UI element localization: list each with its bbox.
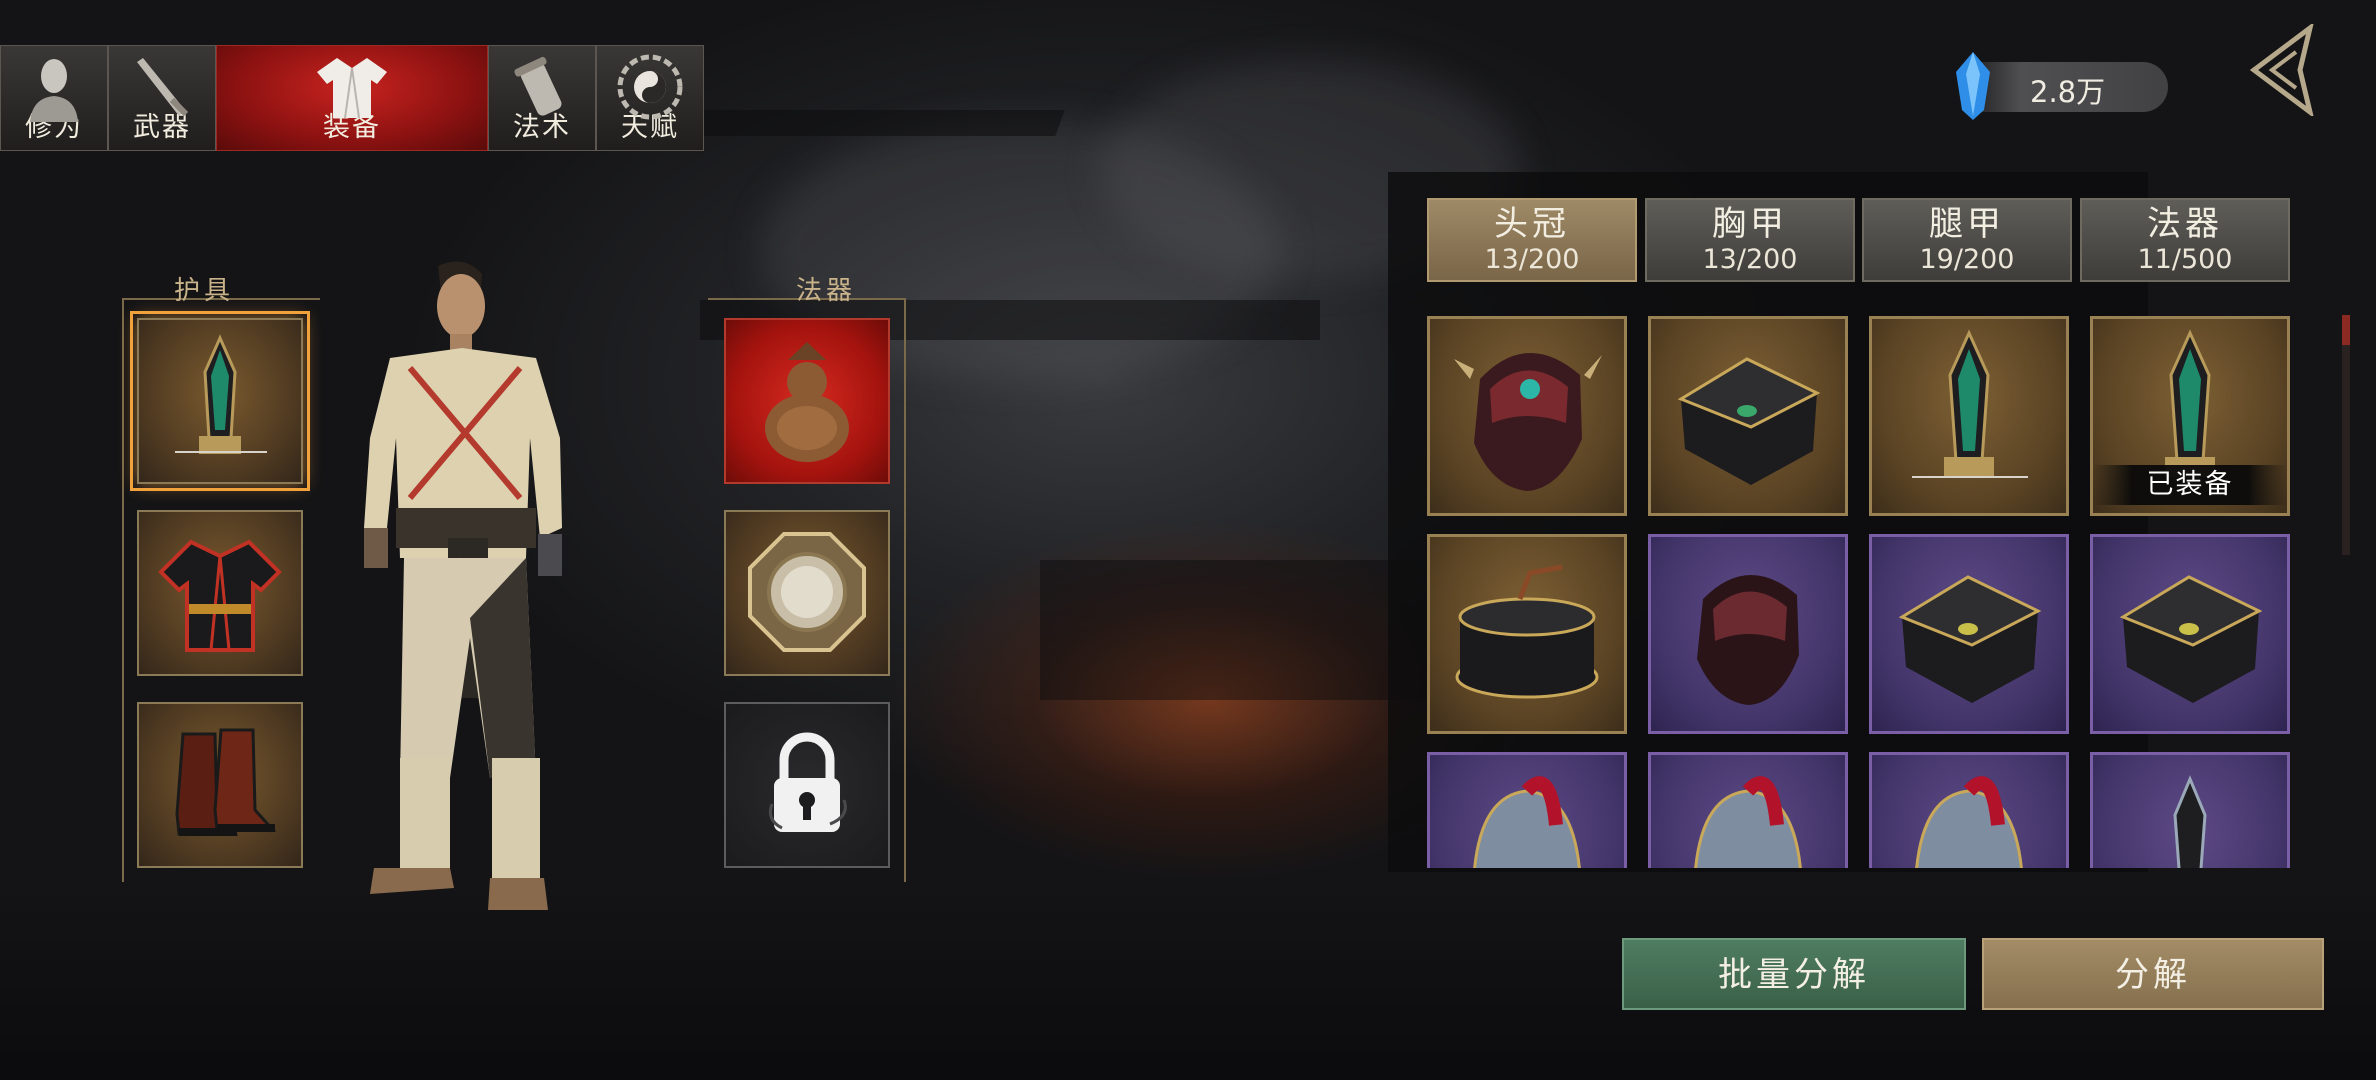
batch-decompose-button[interactable]: 批量分解 [1622, 938, 1966, 1010]
dagger-icon [2173, 775, 2207, 868]
armor-slot-chest[interactable] [137, 510, 303, 676]
dagger-icon [175, 334, 267, 454]
inventory-item[interactable] [1648, 752, 1848, 868]
category-name: 腿甲 [1929, 204, 2005, 244]
tab-weapon[interactable]: 武器 [108, 45, 216, 151]
category-tab-artifact[interactable]: 法器 11/500 [2080, 198, 2290, 282]
armor-slot-weapon[interactable] [130, 311, 310, 491]
black-hood-icon [1898, 575, 2042, 703]
demon-helmet-icon [1697, 574, 1799, 705]
armor-section-title: 护具 [174, 276, 235, 306]
bagua-icon [617, 54, 683, 120]
top-nav-tabs: 修为 武器 装备 法术 天赋 [0, 45, 704, 153]
black-hood-icon [1677, 357, 1821, 485]
scrollbar-thumb[interactable] [2342, 315, 2350, 345]
artifact-slot-mirror[interactable] [724, 510, 890, 676]
decompose-button[interactable]: 分解 [1982, 938, 2324, 1010]
inventory-item[interactable] [2090, 752, 2290, 868]
gourd-icon [765, 342, 849, 462]
scholar-hat-icon [1455, 564, 1599, 699]
category-count: 11/500 [2137, 244, 2233, 275]
black-hood-icon [2119, 575, 2263, 703]
category-tab-legs[interactable]: 腿甲 19/200 [1862, 198, 2072, 282]
cultivation-bust-icon [30, 59, 78, 122]
currency-value: 2.8万 [2030, 75, 2106, 109]
artifact-slot-locked[interactable] [724, 702, 890, 868]
sword-icon [137, 58, 189, 117]
category-count: 13/200 [1702, 244, 1798, 275]
category-count: 19/200 [1919, 244, 2015, 275]
inventory-item[interactable] [1427, 534, 1627, 734]
category-tab-chest[interactable]: 胸甲 13/200 [1645, 198, 1855, 282]
plumed-helmet-icon [1915, 776, 2023, 868]
plumed-helmet-icon [1694, 776, 1802, 868]
inventory-item[interactable] [1427, 752, 1627, 868]
tab-equipment[interactable]: 装备 [216, 45, 488, 151]
armor-slot-boots[interactable] [137, 702, 303, 868]
artifact-slot-gourd[interactable] [724, 318, 890, 484]
lock-icon [768, 732, 847, 832]
back-arrow-icon[interactable] [2244, 24, 2316, 116]
tab-talent[interactable]: 天赋 [596, 45, 704, 151]
inventory-item[interactable] [1869, 752, 2069, 868]
inventory-item[interactable] [1427, 316, 1627, 516]
inventory-item-equipped[interactable]: 已装备 [2090, 316, 2290, 516]
inventory-item[interactable] [2090, 534, 2290, 734]
artifact-section-title: 法器 [796, 276, 857, 306]
equipped-badge: 已装备 [2093, 465, 2287, 505]
tab-spells[interactable]: 法术 [488, 45, 596, 151]
tab-cultivation[interactable]: 修为 [0, 45, 108, 151]
inventory-item[interactable] [1869, 316, 2069, 516]
plumed-helmet-icon [1473, 776, 1581, 868]
dagger-icon [1912, 329, 2028, 478]
category-count: 13/200 [1484, 244, 1580, 275]
demon-helmet-icon [1454, 352, 1602, 491]
inventory-grid: 已装备 [1420, 312, 2295, 868]
category-name: 胸甲 [1712, 204, 1788, 244]
spirit-crystal-icon [1956, 52, 1990, 120]
robe-icon [317, 58, 387, 119]
category-name: 头冠 [1494, 204, 1570, 244]
inventory-item[interactable] [1648, 534, 1848, 734]
bagua-mirror-icon [748, 532, 866, 652]
inventory-scrollbar[interactable] [2342, 315, 2350, 555]
category-tab-crown[interactable]: 头冠 13/200 [1427, 198, 1637, 282]
robe-armor-icon [158, 539, 282, 652]
category-name: 法器 [2147, 204, 2223, 244]
scroll-icon [514, 56, 562, 116]
player-character [364, 261, 562, 910]
inventory-item[interactable] [1869, 534, 2069, 734]
inventory-item[interactable] [1648, 316, 1848, 516]
boots-icon [175, 728, 277, 836]
